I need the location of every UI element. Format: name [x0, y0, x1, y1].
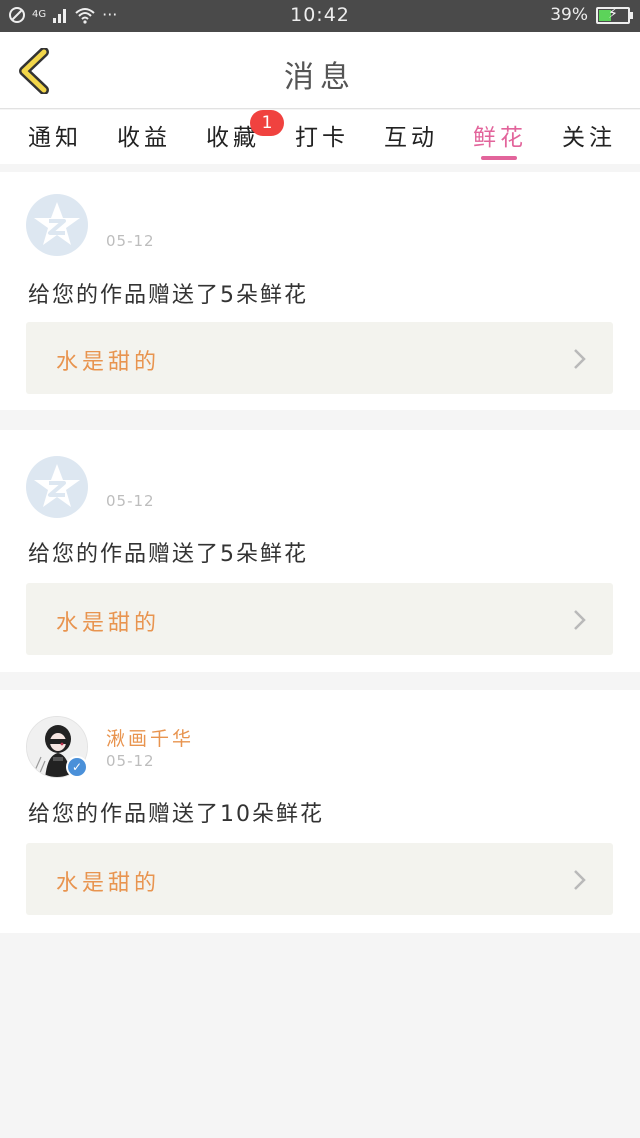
- tab-follows[interactable]: 关注: [562, 118, 616, 162]
- status-time: 10:42: [290, 4, 350, 26]
- default-avatar-icon[interactable]: [26, 194, 88, 256]
- tab-favorites[interactable]: 收藏 1: [206, 110, 284, 162]
- chevron-right-icon: [574, 610, 586, 630]
- tab-flowers[interactable]: 鲜花: [473, 118, 527, 162]
- message-text: 给您的作品赠送了10朵鲜花: [28, 802, 324, 827]
- tab-label: 关注: [562, 125, 616, 151]
- active-tab-indicator: [481, 156, 517, 160]
- work-link[interactable]: 水是甜的: [26, 322, 613, 394]
- sender-name[interactable]: 湫画千华: [106, 724, 194, 751]
- work-link[interactable]: 水是甜的: [26, 583, 613, 655]
- tab-earnings[interactable]: 收益: [117, 118, 171, 162]
- tab-label: 互动: [384, 125, 438, 151]
- chevron-right-icon: [574, 870, 586, 890]
- tab-bar: 通知 收益 收藏 1 打卡 互动 鲜花 关注: [0, 110, 640, 164]
- status-right: 39% ⚡: [550, 5, 633, 25]
- default-avatar-icon[interactable]: [26, 456, 88, 518]
- page-title: 消息: [284, 60, 356, 95]
- message-date: 05-12: [106, 232, 155, 250]
- work-title: 水是甜的: [56, 611, 161, 636]
- tab-checkin[interactable]: 打卡: [295, 118, 349, 162]
- message-card: ✓ 湫画千华 05-12 给您的作品赠送了10朵鲜花 水是甜的: [0, 690, 640, 933]
- tab-notifications[interactable]: 通知: [28, 118, 82, 162]
- status-bar: 4G ··· 10:42 39% ⚡: [0, 0, 640, 32]
- header: 消息: [0, 32, 640, 109]
- tab-label: 通知: [28, 125, 82, 151]
- battery-icon: ⚡: [596, 6, 633, 24]
- tab-label: 打卡: [295, 125, 349, 151]
- tab-label: 收益: [117, 125, 171, 151]
- work-link[interactable]: 水是甜的: [26, 843, 613, 915]
- message-text: 给您的作品赠送了5朵鲜花: [28, 542, 308, 567]
- unread-badge: 1: [250, 110, 284, 136]
- work-title: 水是甜的: [56, 350, 161, 375]
- message-date: 05-12: [106, 752, 155, 770]
- verified-badge-icon: ✓: [66, 756, 88, 778]
- battery-percent: 39%: [550, 5, 588, 25]
- message-card: 05-12 给您的作品赠送了5朵鲜花 水是甜的: [0, 430, 640, 672]
- message-date: 05-12: [106, 492, 155, 510]
- tab-interactions[interactable]: 互动: [384, 118, 438, 162]
- chevron-right-icon: [574, 349, 586, 369]
- message-card: 05-12 给您的作品赠送了5朵鲜花 水是甜的: [0, 172, 640, 410]
- message-text: 给您的作品赠送了5朵鲜花: [28, 283, 308, 308]
- work-title: 水是甜的: [56, 871, 161, 896]
- tab-label: 鲜花: [473, 125, 527, 151]
